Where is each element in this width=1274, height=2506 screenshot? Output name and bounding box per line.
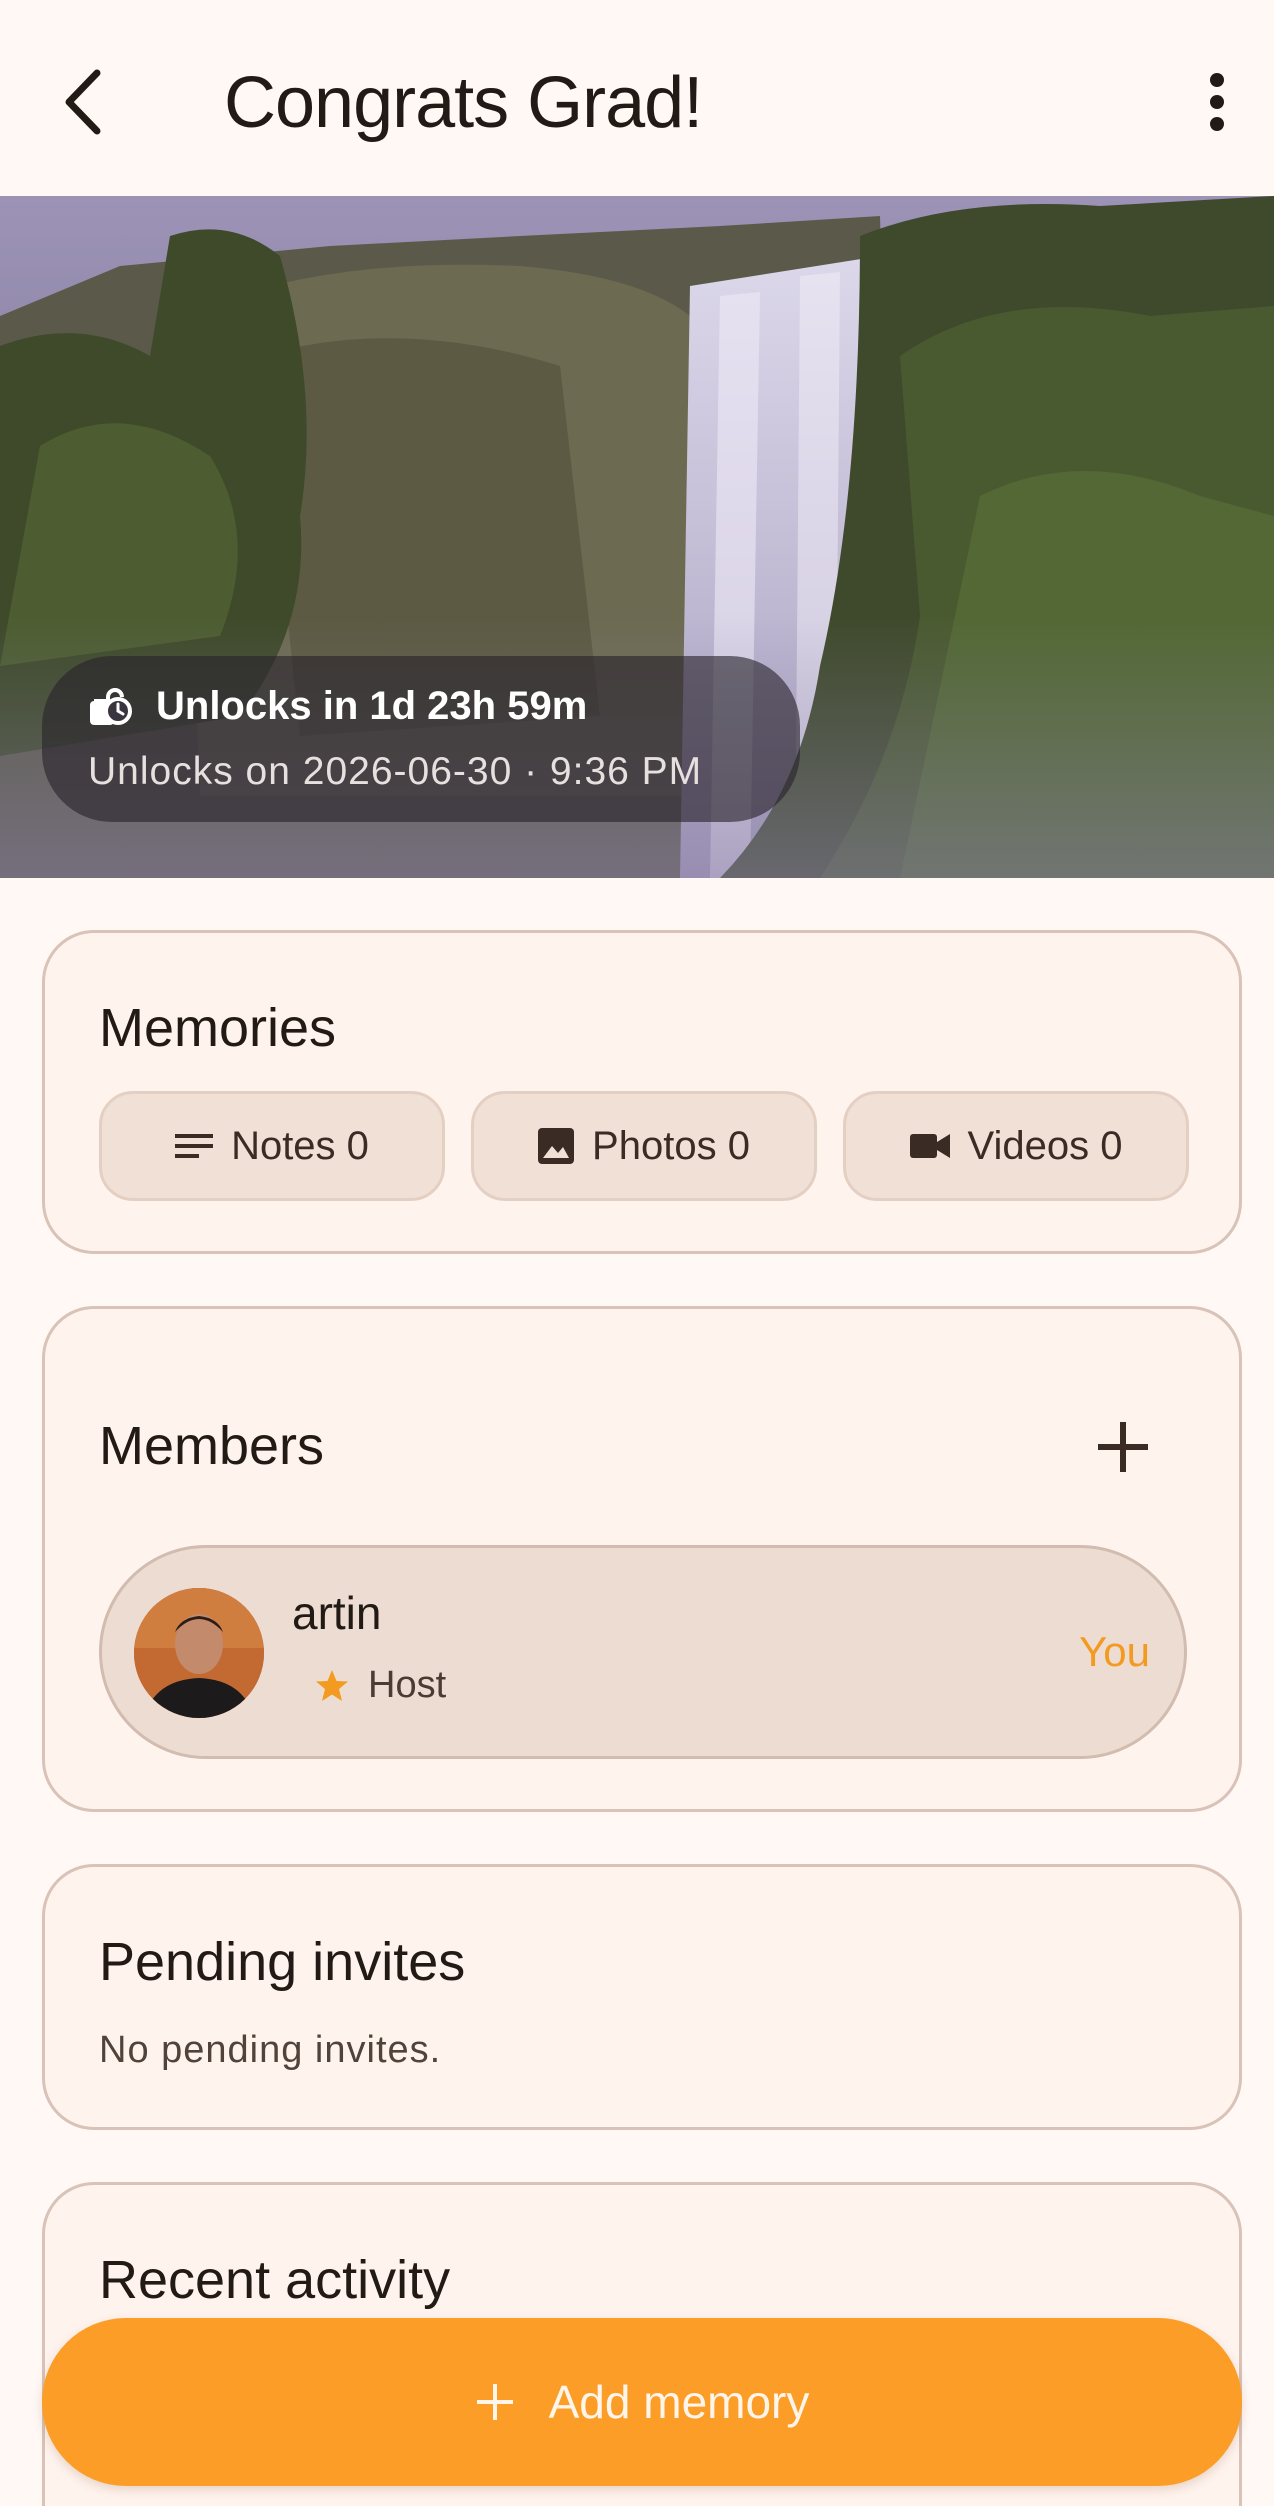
avatar [134,1588,264,1718]
image-icon [538,1128,575,1164]
member-list-item[interactable]: artin Host You [99,1545,1187,1759]
more-options-button[interactable] [1175,60,1259,144]
unlock-countdown-text: Unlocks in 1d 23h 59m [156,684,588,728]
member-role-label: Host [368,1664,447,1706]
top-app-bar: Congrats Grad! [0,0,1274,196]
member-name: artin [292,1587,382,1639]
members-card: Members artin Host You [42,1306,1242,1812]
videos-chip-label: Videos 0 [967,1123,1123,1168]
notes-icon [175,1134,214,1158]
unlock-countdown-row: Unlocks in 1d 23h 59m [88,684,587,729]
add-member-button[interactable] [1075,1399,1171,1495]
recent-activity-title: Recent activity [99,2250,451,2310]
memories-title: Memories [99,998,337,1058]
photos-filter-chip[interactable]: Photos 0 [471,1091,817,1201]
memories-card: Memories Notes 0 Photos 0 Videos 0 [42,930,1242,1254]
member-role: Host [314,1664,446,1707]
add-icon [476,2384,513,2420]
back-button[interactable] [40,60,124,144]
page-title: Congrats Grad! [224,63,703,143]
pending-invites-title: Pending invites [99,1932,466,1992]
add-icon [1098,1422,1148,1472]
add-memory-label: Add memory [548,2376,810,2428]
unlock-date-text: Unlocks on 2026-06-30 · 9:36 PM [88,750,703,793]
timer-lock-icon [90,687,132,725]
videocam-icon [909,1134,950,1158]
pending-invites-empty-text: No pending invites. [99,2029,442,2071]
notes-chip-label: Notes 0 [231,1123,369,1168]
arrow-back-icon [65,69,101,135]
star-icon [316,1669,348,1701]
members-title: Members [99,1416,325,1476]
unlock-status-pill: Unlocks in 1d 23h 59m Unlocks on 2026-06… [42,656,800,822]
capsule-hero-image: Unlocks in 1d 23h 59m Unlocks on 2026-06… [0,196,1274,878]
more-vert-icon [1210,73,1224,131]
you-badge: You [1079,1628,1150,1675]
photos-chip-label: Photos 0 [592,1123,750,1168]
notes-filter-chip[interactable]: Notes 0 [99,1091,445,1201]
add-memory-button[interactable]: Add memory [42,2318,1242,2486]
member-avatar-image [134,1588,264,1718]
pending-invites-card: Pending invites No pending invites. [42,1864,1242,2130]
videos-filter-chip[interactable]: Videos 0 [843,1091,1189,1201]
